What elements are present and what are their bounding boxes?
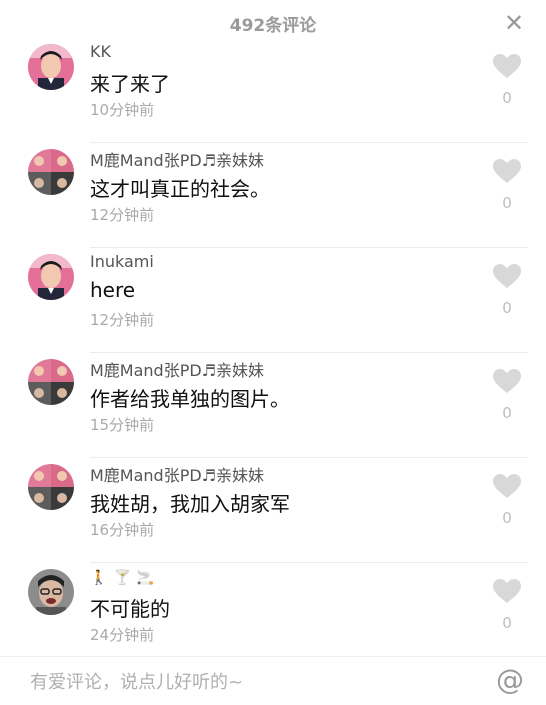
heart-icon bbox=[493, 369, 521, 393]
cigarette-icon: 🚬 bbox=[136, 570, 155, 586]
cocktail-icon: 🍸 bbox=[113, 570, 131, 586]
like-count: 0 bbox=[502, 404, 512, 422]
comment-text: 我姓胡，我加入胡家军 bbox=[90, 492, 290, 516]
comment-item: KK 来了来了 10分钟前 0 bbox=[0, 38, 546, 143]
like-count: 0 bbox=[502, 194, 512, 212]
avatar[interactable] bbox=[28, 464, 74, 510]
heart-icon bbox=[493, 579, 521, 603]
heart-icon bbox=[493, 159, 521, 183]
comment-time: 15分钟前 bbox=[90, 416, 155, 434]
heart-icon bbox=[493, 474, 521, 498]
like-button[interactable]: 0 bbox=[492, 54, 522, 107]
comment-username[interactable]: M鹿Mand张PD♬亲妹妹 bbox=[90, 462, 264, 486]
comment-username[interactable]: M鹿Mand张PD♬亲妹妹 bbox=[90, 147, 264, 171]
comment-time: 10分钟前 bbox=[90, 101, 155, 119]
comment-item: M鹿Mand张PD♬亲妹妹 作者给我单独的图片。 15分钟前 0 bbox=[0, 353, 546, 458]
comment-item: M鹿Mand张PD♬亲妹妹 这才叫真正的社会。 12分钟前 0 bbox=[0, 143, 546, 248]
comment-time: 24分钟前 bbox=[90, 626, 155, 644]
like-button[interactable]: 0 bbox=[492, 264, 522, 317]
comment-time: 16分钟前 bbox=[90, 521, 155, 539]
like-count: 0 bbox=[502, 509, 512, 527]
comment-time: 12分钟前 bbox=[90, 311, 155, 329]
comment-text: 来了来了 bbox=[90, 72, 170, 96]
heart-icon bbox=[493, 264, 521, 288]
like-button[interactable]: 0 bbox=[492, 579, 522, 632]
heart-icon bbox=[493, 54, 521, 78]
comment-text: 这才叫真正的社会。 bbox=[90, 177, 270, 201]
mention-at-icon[interactable]: @ bbox=[496, 663, 524, 696]
like-button[interactable]: 0 bbox=[492, 159, 522, 212]
like-count: 0 bbox=[502, 299, 512, 317]
comment-item: M鹿Mand张PD♬亲妹妹 我姓胡，我加入胡家军 16分钟前 0 bbox=[0, 458, 546, 563]
comment-username[interactable]: 🚶 🍸 🚬 bbox=[90, 567, 160, 586]
comment-input[interactable] bbox=[28, 663, 472, 701]
comment-text: 不可能的 bbox=[90, 597, 170, 621]
like-count: 0 bbox=[502, 89, 512, 107]
like-button[interactable]: 0 bbox=[492, 474, 522, 527]
avatar[interactable] bbox=[28, 254, 74, 300]
comment-text: 作者给我单独的图片。 bbox=[90, 387, 290, 411]
comment-username[interactable]: KK bbox=[90, 42, 111, 61]
like-button[interactable]: 0 bbox=[492, 369, 522, 422]
comment-item: 🚶 🍸 🚬 不可能的 24分钟前 0 bbox=[0, 563, 546, 668]
comment-count-title: 492条评论 bbox=[229, 15, 317, 36]
like-count: 0 bbox=[502, 614, 512, 632]
comment-list: KK 来了来了 10分钟前 0 M鹿Mand张PD♬亲妹妹 这才叫真正的社会。 … bbox=[0, 38, 546, 668]
avatar[interactable] bbox=[28, 44, 74, 90]
avatar[interactable] bbox=[28, 569, 74, 615]
walking-person-icon: 🚶 bbox=[90, 570, 108, 586]
avatar[interactable] bbox=[28, 359, 74, 405]
comment-text: here bbox=[90, 278, 136, 302]
comment-username[interactable]: M鹿Mand张PD♬亲妹妹 bbox=[90, 357, 264, 381]
comment-input-bar: @ bbox=[0, 656, 546, 705]
comment-username[interactable]: Inukami bbox=[90, 252, 154, 271]
close-icon[interactable]: ✕ bbox=[500, 9, 528, 37]
avatar[interactable] bbox=[28, 149, 74, 195]
comment-time: 12分钟前 bbox=[90, 206, 155, 224]
comment-item: Inukami here 12分钟前 0 bbox=[0, 248, 546, 353]
